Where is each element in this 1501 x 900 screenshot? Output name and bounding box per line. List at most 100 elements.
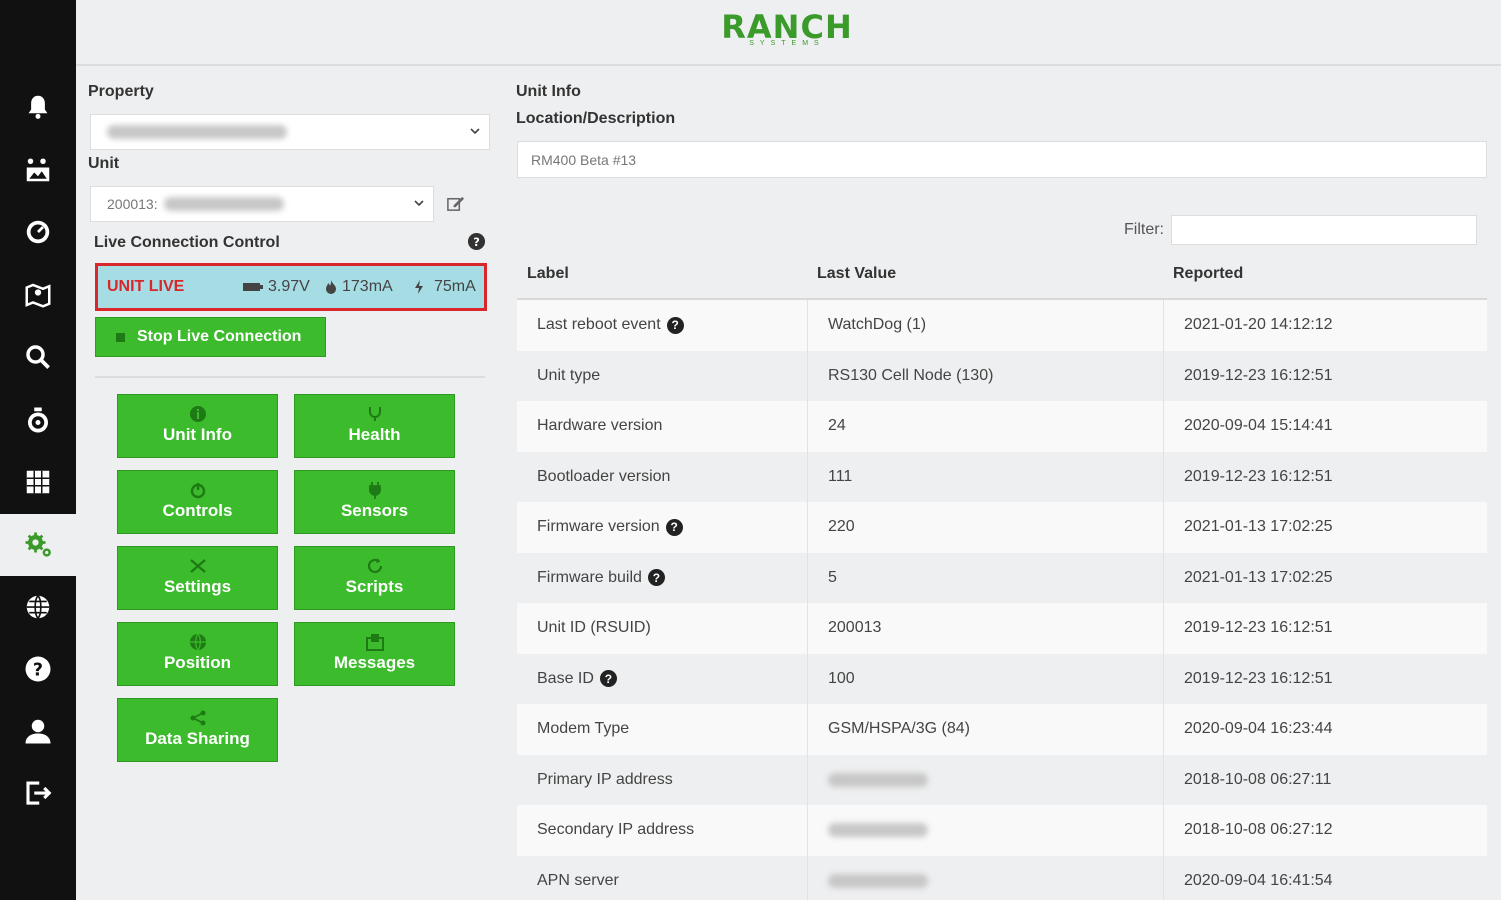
tile-label: Sensors (340, 501, 409, 520)
search-icon (26, 345, 50, 369)
cell-label: Secondary IP address (517, 805, 807, 856)
cell-last-value: RS130 Cell Node (130) (807, 350, 1163, 401)
tile-label: Settings (163, 577, 232, 596)
table-row[interactable]: Hardware version 24 2020-09-04 15:14:41 (517, 401, 1487, 452)
svg-text:?: ? (33, 660, 43, 680)
table-row[interactable]: Bootloader version 111 2019-12-23 16:12:51 (517, 451, 1487, 503)
row-label: Unit ID (RSUID) (537, 619, 651, 637)
tile-position[interactable]: Position (117, 622, 278, 686)
unit-label: Unit (88, 155, 120, 172)
help-icon[interactable]: ? (599, 670, 617, 688)
nav-search[interactable] (0, 326, 76, 388)
row-value: 200013 (828, 619, 882, 637)
row-reported: 2020-09-04 16:23:44 (1184, 720, 1333, 738)
unit-value: 200013: (107, 196, 158, 212)
help-icon: ? (25, 656, 51, 682)
controls-icon (190, 483, 205, 499)
help-icon[interactable]: ? (647, 569, 665, 587)
cell-reported: 2020-09-04 15:14:41 (1163, 401, 1487, 452)
row-reported: 2019-12-23 16:12:51 (1184, 467, 1333, 485)
brand-logo[interactable]: RANCH SYSTEMS (712, 10, 862, 47)
nav-profile[interactable] (0, 700, 76, 762)
column-header-reported[interactable]: Reported (1163, 265, 1487, 283)
logout-icon (26, 781, 52, 805)
tile-label: Health (348, 425, 401, 444)
stop-live-connection-button[interactable]: Stop Live Connection (95, 317, 326, 357)
table-row[interactable]: Firmware build? 5 2021-01-13 17:02:25 (517, 552, 1487, 603)
scripts-icon (367, 558, 382, 574)
row-value: 100 (828, 669, 855, 687)
cell-last-value: 5 (807, 552, 1163, 603)
nav-settings[interactable] (0, 514, 76, 576)
row-value: RS130 Cell Node (130) (828, 366, 994, 384)
cell-reported: 2018-10-08 06:27:11 (1163, 754, 1487, 805)
help-icon[interactable]: ? (665, 518, 683, 536)
nav-alerts[interactable] (0, 76, 76, 138)
table-row[interactable]: Base ID? 100 2019-12-23 16:12:51 (517, 653, 1487, 704)
row-reported: 2021-01-13 17:02:25 (1184, 568, 1333, 586)
chevron-down-icon (414, 200, 424, 207)
table-row[interactable]: Unit ID (RSUID) 200013 2019-12-23 16:12:51 (517, 603, 1487, 654)
column-header-label[interactable]: Label (517, 265, 807, 283)
chevron-down-icon (470, 128, 480, 135)
table-row[interactable]: Firmware version? 220 2021-01-13 17:02:25 (517, 502, 1487, 553)
tile-data-sharing[interactable]: Data Sharing (117, 698, 278, 762)
row-label: Bootloader version (537, 467, 671, 485)
nav-timer[interactable] (0, 389, 76, 451)
location-input[interactable]: RM400 Beta #13 (517, 141, 1487, 178)
tile-label: Position (163, 653, 232, 672)
tile-messages[interactable]: Messages (294, 622, 455, 686)
current-readout: 173mA (324, 278, 393, 296)
nav-dashboard[interactable] (0, 201, 76, 263)
nav-help[interactable]: ? (0, 638, 76, 700)
cell-label: Last reboot event? (517, 300, 807, 351)
table-row[interactable]: Secondary IP address 2018-10-08 06:27:12 (517, 805, 1487, 856)
live-status-text: UNIT LIVE (107, 278, 185, 295)
table-row[interactable]: APN server 2020-09-04 16:41:54 (517, 855, 1487, 900)
cell-last-value: 200013 (807, 603, 1163, 654)
edit-icon[interactable] (446, 194, 465, 213)
tile-unit-info[interactable]: Unit Info (117, 394, 278, 458)
stop-button-label: Stop Live Connection (137, 328, 302, 345)
tile-sensors[interactable]: Sensors (294, 470, 455, 534)
property-value-redacted (107, 125, 287, 139)
tile-controls[interactable]: Controls (117, 470, 278, 534)
globe-icon (26, 595, 50, 619)
row-reported: 2019-12-23 16:12:51 (1184, 366, 1333, 384)
tile-health[interactable]: Health (294, 394, 455, 458)
nav-reports[interactable] (0, 451, 76, 513)
property-select[interactable] (90, 114, 490, 150)
unit-select[interactable]: 200013: (90, 186, 434, 222)
unit-info-heading: Unit Info (516, 83, 581, 100)
svg-text:?: ? (473, 235, 480, 249)
settings-gears-icon (25, 532, 51, 557)
filter-input[interactable] (1171, 215, 1477, 245)
table-row[interactable]: Primary IP address 2018-10-08 06:27:11 (517, 754, 1487, 805)
cell-last-value: 111 (807, 451, 1163, 502)
report-grid-icon (26, 470, 50, 494)
cell-label: Unit ID (RSUID) (517, 603, 807, 654)
nav-sensors[interactable] (0, 139, 76, 201)
cell-reported: 2020-09-04 16:23:44 (1163, 704, 1487, 755)
tile-settings[interactable]: Settings (117, 546, 278, 610)
table-row[interactable]: Modem Type GSM/HSPA/3G (84) 2020-09-04 16:… (517, 704, 1487, 755)
tile-scripts[interactable]: Scripts (294, 546, 455, 610)
power-value: 75mA (434, 278, 476, 295)
battery-icon (243, 283, 263, 291)
sidebar: ? (0, 0, 76, 900)
help-icon[interactable]: ? (666, 316, 684, 334)
nav-map[interactable] (0, 264, 76, 326)
table-row[interactable]: Unit type RS130 Cell Node (130) 2019-12-23… (517, 350, 1487, 401)
nav-logout[interactable] (0, 762, 76, 824)
help-icon[interactable]: ? (467, 232, 486, 251)
row-reported: 2018-10-08 06:27:12 (1184, 821, 1333, 839)
redacted-value (828, 873, 928, 888)
cell-label: Bootloader version (517, 452, 807, 503)
tile-label: Data Sharing (145, 729, 250, 748)
table-row[interactable]: Last reboot event? WatchDog (1) 2021-01-20… (517, 300, 1487, 351)
row-label: Base ID (537, 669, 594, 687)
row-reported: 2021-01-13 17:02:25 (1184, 518, 1333, 536)
column-header-last-value[interactable]: Last Value (807, 265, 1163, 283)
cell-last-value: 24 (807, 401, 1163, 452)
nav-globe[interactable] (0, 576, 76, 638)
